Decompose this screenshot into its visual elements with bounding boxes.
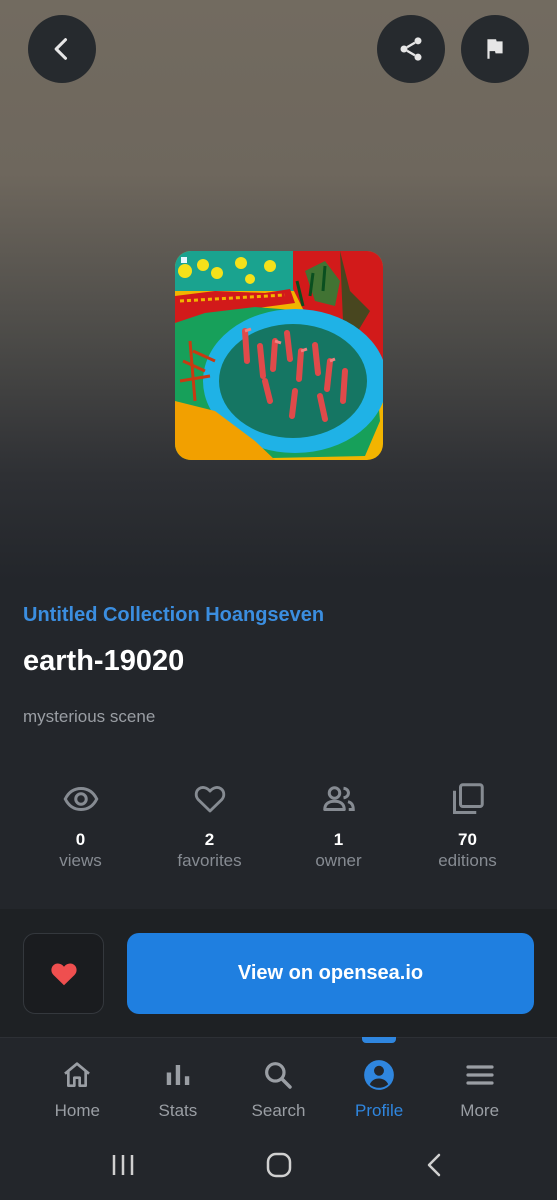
account-circle-icon — [364, 1060, 394, 1090]
heart-filled-icon — [50, 963, 77, 985]
stat-value: 0 — [75, 830, 86, 849]
home-circle-icon — [266, 1152, 292, 1178]
favorite-button[interactable] — [23, 933, 104, 1014]
search-icon — [265, 1062, 293, 1089]
nav-item-home[interactable]: Home — [27, 1038, 128, 1135]
stat-value: 2 — [204, 830, 215, 849]
home-system-button[interactable] — [263, 1149, 295, 1181]
nav-item-stats[interactable]: Stats — [128, 1038, 229, 1135]
stat-label: favorites — [177, 851, 242, 870]
action-bar: View on opensea.io — [0, 909, 557, 1037]
chevron-left-icon — [427, 1153, 441, 1177]
stat-favorites: 2 favorites — [145, 780, 274, 880]
nav-item-more[interactable]: More — [429, 1038, 530, 1135]
flag-icon — [487, 39, 503, 59]
heart-outline-icon — [194, 786, 225, 813]
active-indicator — [362, 1037, 397, 1043]
menu-icon — [466, 1065, 494, 1085]
stat-views: 0 views — [16, 780, 145, 880]
nft-title: earth-19020 — [23, 645, 185, 677]
bar-chart-icon — [166, 1065, 190, 1085]
system-navigation-bar — [0, 1135, 557, 1200]
share-button[interactable] — [377, 15, 445, 83]
nav-item-profile[interactable]: Profile — [329, 1037, 430, 1135]
back-button[interactable] — [28, 15, 96, 83]
back-system-button[interactable] — [420, 1149, 450, 1181]
view-on-opensea-button[interactable]: View on opensea.io — [127, 933, 534, 1014]
stat-label: owner — [315, 851, 362, 870]
people-icon — [322, 786, 355, 811]
home-icon — [64, 1062, 91, 1087]
nav-item-search[interactable]: Search — [228, 1038, 329, 1135]
recent-apps-icon — [112, 1155, 134, 1175]
chevron-left-icon — [54, 38, 68, 60]
nav-label: Search — [251, 1101, 306, 1120]
nft-description: mysterious scene — [23, 707, 156, 726]
stat-owner: 1 owner — [274, 780, 403, 880]
report-button[interactable] — [461, 15, 529, 83]
eye-icon — [63, 786, 98, 812]
nav-label: More — [460, 1101, 500, 1120]
stat-label: editions — [438, 851, 497, 870]
stats-row: 0 views 2 favorites 1 owner 70 editions — [16, 780, 546, 880]
stat-label: views — [59, 851, 102, 870]
nft-artwork[interactable] — [175, 251, 383, 460]
nav-label: Profile — [354, 1101, 404, 1120]
recent-apps-button[interactable] — [108, 1149, 138, 1181]
stat-value: 1 — [333, 830, 344, 849]
collection-link[interactable]: Untitled Collection Hoangseven — [23, 604, 324, 627]
nav-label: Home — [54, 1101, 100, 1120]
stat-editions: 70 editions — [403, 780, 532, 880]
stat-value: 70 — [458, 830, 477, 849]
share-icon — [400, 37, 422, 61]
bottom-navigation: Home Stats Search Profile More — [0, 1037, 557, 1135]
layers-icon — [452, 783, 484, 814]
nav-label: Stats — [158, 1101, 198, 1120]
